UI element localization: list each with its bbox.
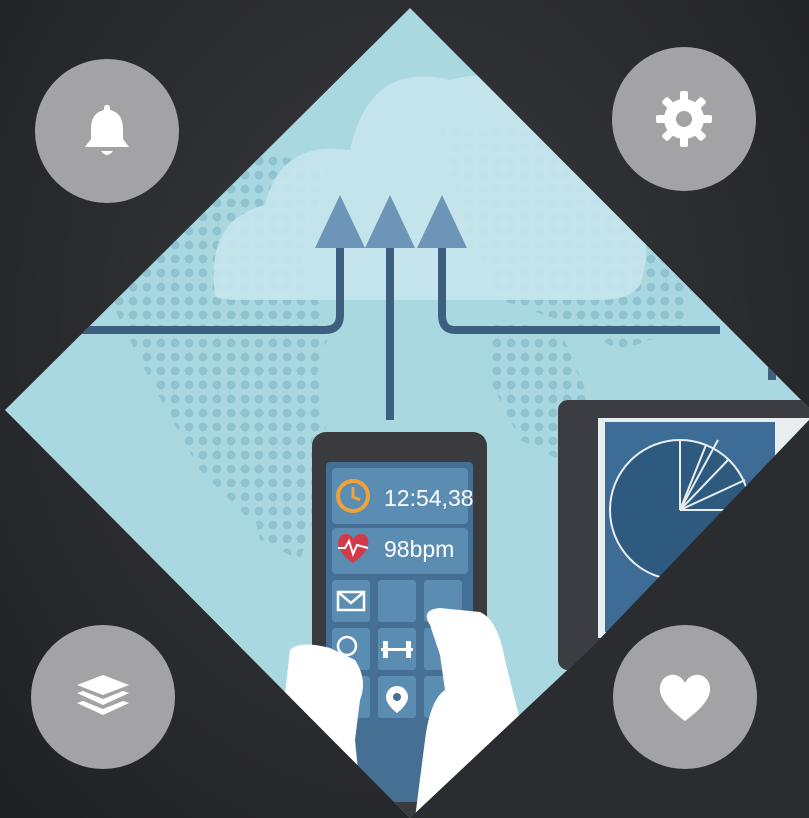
- heart-rate-readout: 98bpm: [384, 536, 454, 562]
- cloud-shape: [213, 75, 647, 300]
- layers-icon: [77, 675, 129, 715]
- notifications-button[interactable]: [35, 59, 179, 203]
- layers-button[interactable]: [31, 625, 175, 769]
- settings-button[interactable]: [612, 47, 756, 191]
- gear-icon: [656, 91, 712, 147]
- hand-left: [275, 644, 364, 818]
- heart-icon: [659, 674, 711, 721]
- time-readout: 12:54,38: [384, 485, 474, 511]
- bell-icon: [85, 105, 129, 155]
- favorites-button[interactable]: [613, 625, 757, 769]
- app-canvas: 12:54,38 98bpm: [0, 0, 809, 818]
- upload-arrows: [315, 195, 467, 248]
